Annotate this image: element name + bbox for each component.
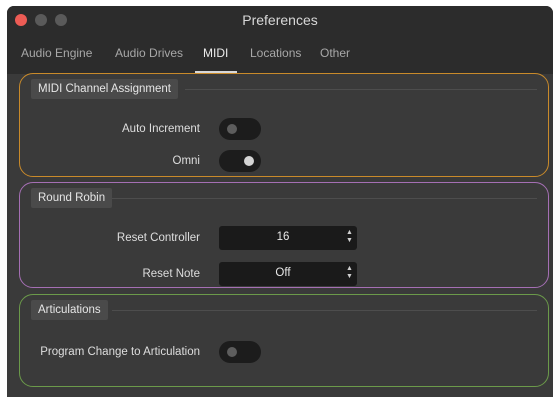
- program-change-toggle[interactable]: [219, 341, 261, 363]
- tab-audio-engine[interactable]: Audio Engine: [21, 46, 92, 60]
- section-divider: [112, 310, 537, 311]
- midi-channel-assignment-section: MIDI Channel Assignment Auto Increment O…: [19, 73, 549, 177]
- reset-note-select[interactable]: Off ▲ ▼: [219, 262, 357, 286]
- reset-note-value: Off: [275, 267, 291, 279]
- section-divider: [112, 198, 537, 199]
- articulations-section: Articulations Program Change to Articula…: [19, 294, 549, 387]
- tab-audio-drives[interactable]: Audio Drives: [115, 46, 183, 60]
- reset-controller-label: Reset Controller: [116, 232, 200, 244]
- omni-label: Omni: [172, 155, 200, 167]
- round-robin-title: Round Robin: [31, 188, 113, 208]
- up-down-arrows-icon[interactable]: ▲ ▼: [346, 265, 353, 283]
- window-title: Preferences: [242, 12, 318, 28]
- toggle-knob: [244, 156, 254, 166]
- articulations-title: Articulations: [31, 300, 108, 320]
- toggle-knob: [227, 347, 237, 357]
- preferences-window: Preferences Audio Engine Audio Drives MI…: [7, 6, 553, 397]
- tab-bar: Audio Engine Audio Drives MIDI Locations…: [7, 34, 553, 74]
- toggle-knob: [227, 124, 237, 134]
- reset-controller-stepper[interactable]: 16 ▲ ▼: [219, 226, 357, 250]
- midi-channel-assignment-title: MIDI Channel Assignment: [31, 79, 178, 99]
- reset-controller-value: 16: [276, 231, 290, 243]
- title-bar: Preferences: [7, 6, 553, 34]
- auto-increment-label: Auto Increment: [122, 123, 200, 135]
- auto-increment-toggle[interactable]: [219, 118, 261, 140]
- section-divider: [185, 89, 537, 90]
- tab-locations[interactable]: Locations: [250, 46, 301, 60]
- up-down-arrows-icon[interactable]: ▲ ▼: [346, 229, 353, 247]
- program-change-label: Program Change to Articulation: [40, 346, 200, 358]
- round-robin-section: Round Robin Reset Controller 16 ▲ ▼ Reset…: [19, 182, 549, 288]
- tab-other[interactable]: Other: [320, 46, 350, 60]
- tab-midi[interactable]: MIDI: [203, 46, 228, 60]
- omni-toggle[interactable]: [219, 150, 261, 172]
- reset-note-label: Reset Note: [142, 268, 200, 280]
